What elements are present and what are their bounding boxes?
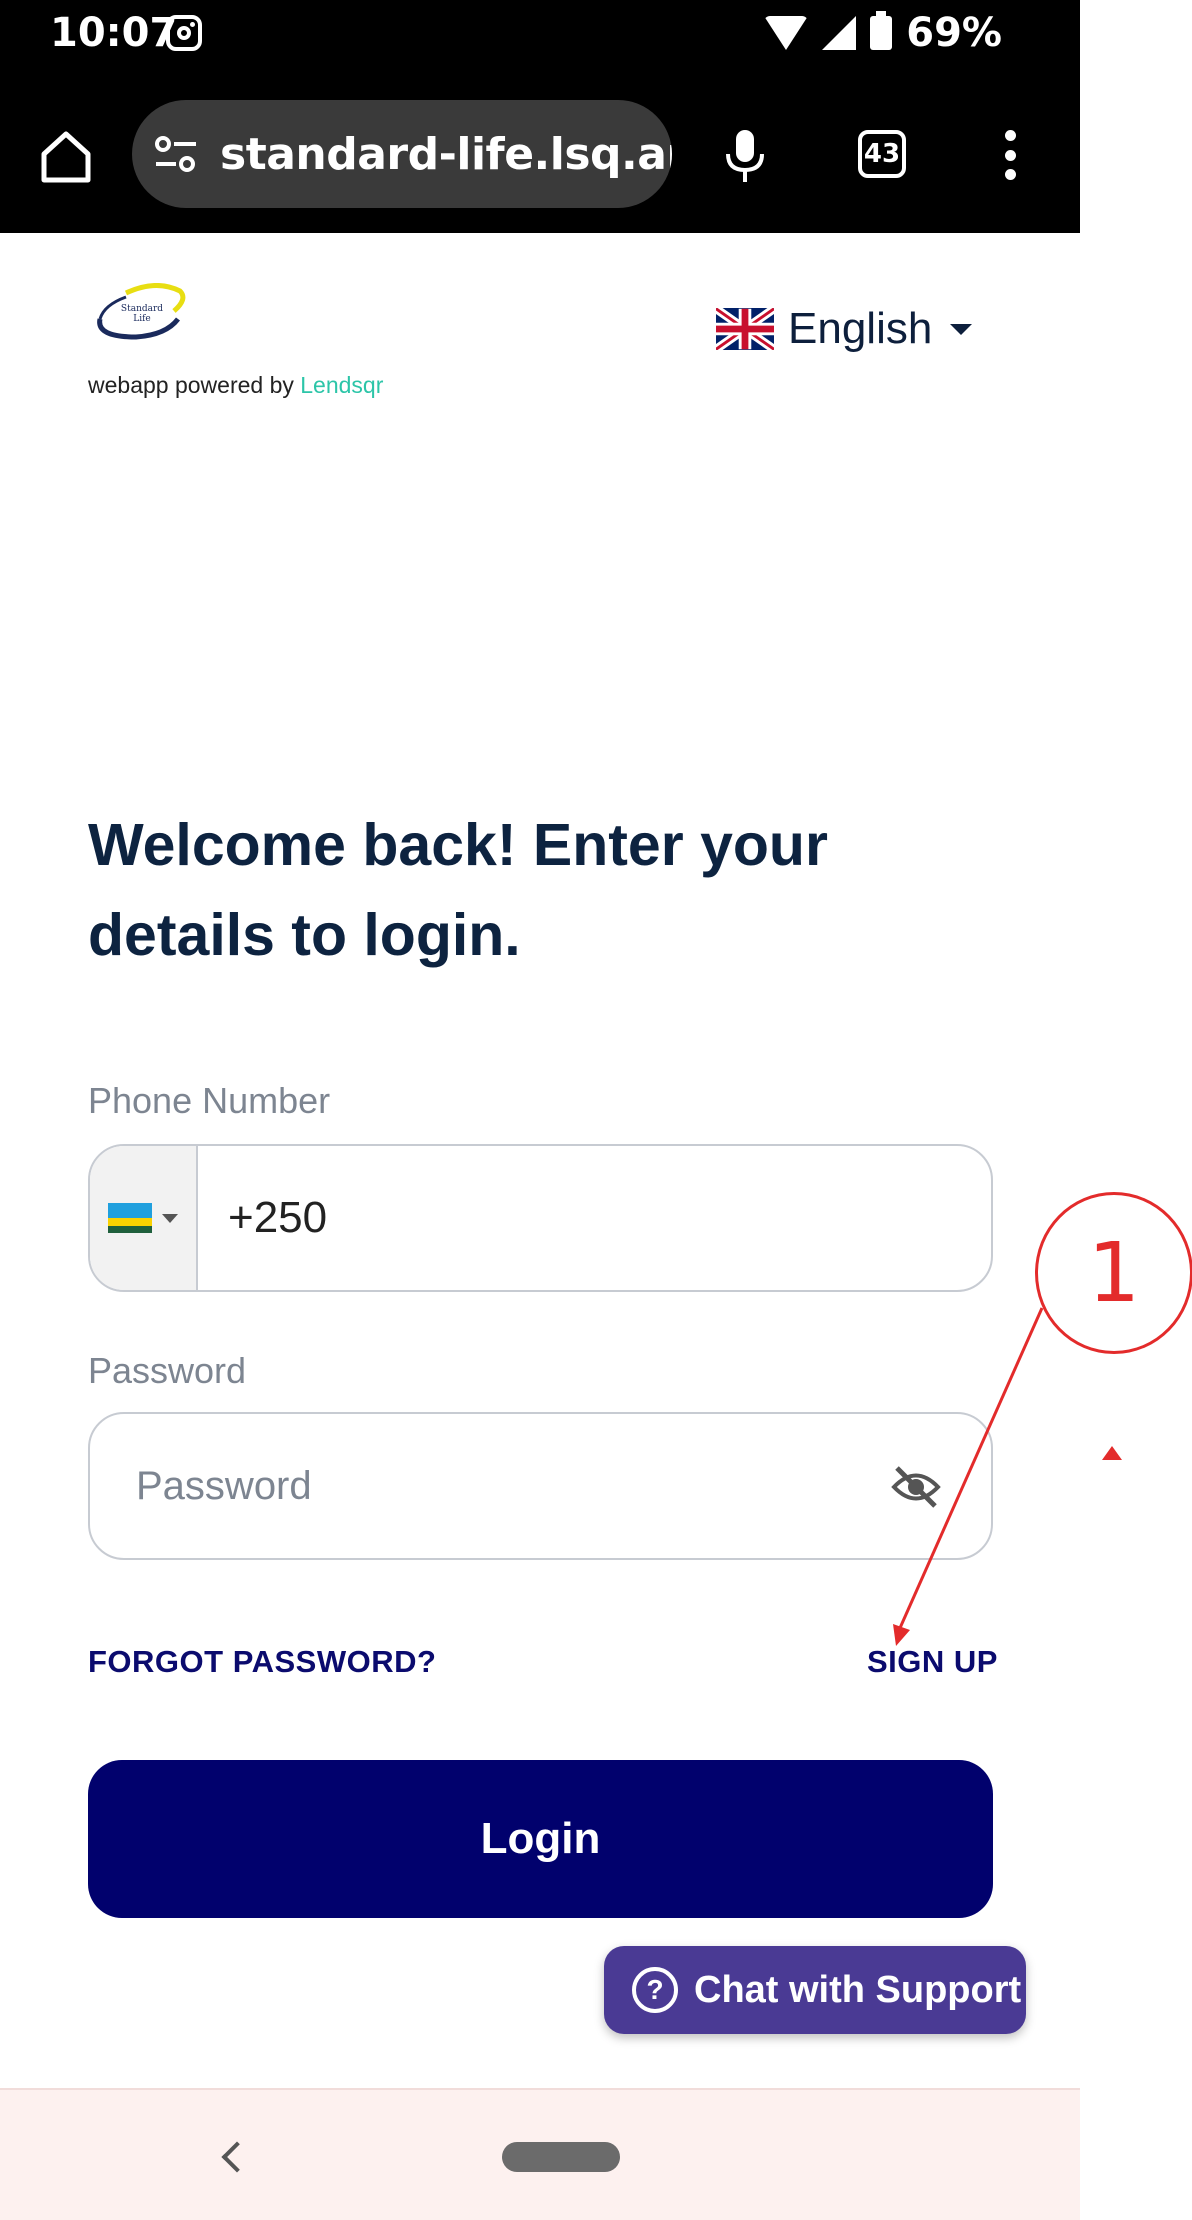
battery-percent: 69% xyxy=(906,10,1002,56)
language-selector[interactable]: English xyxy=(716,304,973,354)
phone-label: Phone Number xyxy=(88,1080,331,1121)
help-icon: ? xyxy=(632,1967,678,2013)
tabs-icon[interactable]: 43 xyxy=(858,130,906,178)
url-text: standard-life.lsq.app/ xyxy=(220,129,672,180)
chevron-down-icon xyxy=(950,323,973,335)
back-icon[interactable] xyxy=(221,2141,253,2173)
phone-field[interactable]: +250 xyxy=(88,1144,993,1292)
forgot-password-link[interactable]: FORGOT PASSWORD? xyxy=(88,1644,436,1680)
screen: 10:07 69% standard-life.lsq.app/ 43 xyxy=(0,0,1080,2220)
battery-icon xyxy=(870,11,893,50)
password-field[interactable]: Password xyxy=(88,1412,993,1560)
login-button[interactable]: Login xyxy=(88,1760,993,1918)
phone-input[interactable]: +250 xyxy=(198,1146,991,1290)
powered-by-brand[interactable]: Lendsqr xyxy=(300,372,383,398)
annotation-number: 1 xyxy=(1035,1192,1192,1354)
caret-down-icon xyxy=(162,1213,178,1223)
signal-icon xyxy=(822,16,857,50)
tune-icon[interactable] xyxy=(154,134,198,174)
chat-support-button[interactable]: ? Chat with Support xyxy=(604,1946,1026,2034)
uk-flag-icon xyxy=(716,308,774,350)
status-icons: 69% xyxy=(764,10,1002,56)
home-icon[interactable] xyxy=(38,128,94,184)
password-label: Password xyxy=(88,1350,247,1391)
more-vert-icon[interactable] xyxy=(1004,130,1016,180)
powered-by-text: webapp powered by xyxy=(88,372,301,398)
address-bar[interactable]: standard-life.lsq.app/ xyxy=(132,100,672,208)
page-title: Welcome back! Enter your details to logi… xyxy=(88,812,828,968)
standard-life-logo: Standard Life xyxy=(97,283,186,340)
home-pill[interactable] xyxy=(502,2142,620,2172)
annotation-marker xyxy=(1102,1446,1122,1460)
wifi-icon xyxy=(764,16,809,50)
svg-text:Life: Life xyxy=(133,314,151,324)
navigation-bar xyxy=(0,2088,1080,2220)
mic-icon[interactable] xyxy=(720,128,770,184)
password-input[interactable]: Password xyxy=(136,1464,312,1509)
url-host: standard-life.lsq.app xyxy=(220,128,672,180)
country-selector[interactable] xyxy=(90,1146,198,1290)
instagram-icon xyxy=(166,15,202,51)
status-time: 10:07 xyxy=(50,10,178,56)
logo-text: Standard xyxy=(121,304,163,314)
chat-support-label: Chat with Support xyxy=(694,1968,1022,2011)
eye-off-icon[interactable] xyxy=(891,1464,941,1510)
rwanda-flag-icon xyxy=(108,1203,152,1233)
sign-up-link[interactable]: SIGN UP xyxy=(867,1644,998,1680)
language-label: English xyxy=(788,304,933,353)
powered-by: webapp powered by Lendsqr xyxy=(88,372,383,399)
top-bar: 10:07 69% standard-life.lsq.app/ 43 xyxy=(0,0,1080,233)
